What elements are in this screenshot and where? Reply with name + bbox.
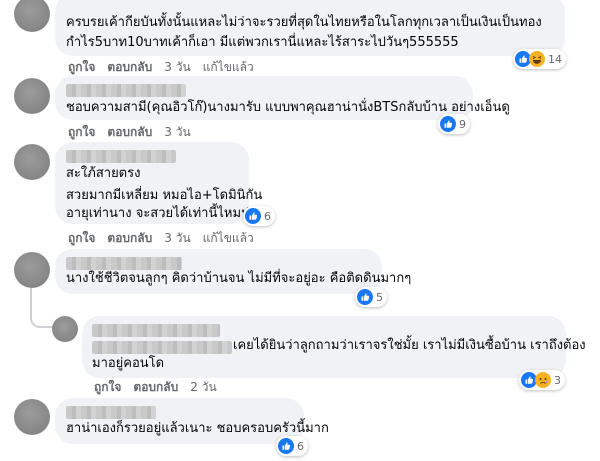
comment-actions: ถูกใจ ตอบกลับ 2 วัน bbox=[94, 380, 229, 394]
avatar[interactable] bbox=[52, 316, 78, 342]
reply-link[interactable]: ตอบกลับ bbox=[133, 380, 178, 394]
comment-text-line: สะใภ้สายตรง bbox=[66, 166, 141, 181]
like-link[interactable]: ถูกใจ bbox=[94, 380, 121, 394]
commenter-name[interactable] bbox=[92, 324, 220, 337]
commenter-name[interactable] bbox=[66, 150, 176, 163]
comment-text-line: กำไร5บาท10บาทเค้าก็เอา มีแต่พวกเรานี่แหล… bbox=[66, 35, 459, 50]
like-link[interactable]: ถูกใจ bbox=[68, 231, 95, 245]
reply-link[interactable]: ตอบกลับ bbox=[107, 231, 152, 245]
reply-link[interactable]: ตอบกลับ bbox=[107, 125, 152, 139]
reaction-badge[interactable]: 14 bbox=[513, 49, 566, 69]
commenter-name[interactable] bbox=[66, 406, 156, 419]
avatar[interactable] bbox=[14, 144, 50, 180]
timestamp[interactable]: 3 วัน bbox=[164, 125, 190, 139]
sad-reaction-icon bbox=[535, 372, 551, 388]
reaction-count: 5 bbox=[376, 290, 383, 304]
reply-link[interactable]: ตอบกลับ bbox=[107, 60, 152, 74]
reaction-count: 9 bbox=[459, 117, 466, 131]
commenter-name[interactable] bbox=[66, 257, 182, 270]
like-link[interactable]: ถูกใจ bbox=[68, 125, 95, 139]
timestamp[interactable]: 3 วัน bbox=[164, 60, 190, 74]
comment-actions: ถูกใจ ตอบกลับ 3 วัน แก้ไขแล้ว bbox=[68, 60, 266, 74]
comment-actions: ถูกใจ ตอบกลับ 3 วัน แก้ไขแล้ว bbox=[68, 231, 266, 245]
commenter-name-tag[interactable] bbox=[92, 341, 232, 354]
avatar[interactable] bbox=[14, 399, 50, 435]
reaction-badge[interactable]: 3 bbox=[519, 370, 565, 390]
edited-label[interactable]: แก้ไขแล้ว bbox=[203, 60, 254, 74]
reaction-count: 14 bbox=[548, 52, 562, 66]
reaction-count: 6 bbox=[264, 209, 271, 223]
comment-text-line: เคยได้ยินว่าลูกถามว่าเราจรใช่มั้ย เราไม่… bbox=[233, 338, 586, 353]
comment-actions: ถูกใจ ตอบกลับ 3 วัน bbox=[68, 125, 203, 139]
avatar[interactable] bbox=[14, 78, 50, 114]
avatar[interactable] bbox=[14, 252, 50, 288]
timestamp[interactable]: 3 วัน bbox=[164, 231, 190, 245]
comment-text-line: นางใช้ชีวิตจนลูกๆ คิดว่าบ้านจน ไม่มีที่จ… bbox=[66, 271, 412, 286]
like-reaction-icon bbox=[245, 208, 261, 224]
like-reaction-icon bbox=[440, 116, 456, 132]
timestamp[interactable]: 2 วัน bbox=[190, 380, 216, 394]
like-reaction-icon bbox=[278, 438, 294, 454]
comment-text-line: สวยมากมีเหลี่ยม หมอไอ+โดมินิกัน bbox=[66, 188, 263, 203]
thread-connector bbox=[30, 306, 54, 328]
reaction-badge[interactable]: 5 bbox=[355, 287, 387, 307]
like-reaction-icon bbox=[357, 289, 373, 305]
like-link[interactable]: ถูกใจ bbox=[68, 60, 95, 74]
comment-text-line: ครบรยเค้ากียบันทั้งนั้นแหละไม่ว่าจะรวยที… bbox=[66, 15, 542, 30]
comment-text-line: มาอยู่คอนโด bbox=[92, 356, 165, 371]
reaction-badge[interactable]: 6 bbox=[243, 206, 275, 226]
comment-text-line: อายุเท่านาง จะสวยได้เท่านี้ไหมน่อ bbox=[66, 206, 258, 221]
reaction-badge[interactable]: 9 bbox=[438, 114, 470, 134]
reaction-badge[interactable]: 6 bbox=[276, 436, 308, 456]
reaction-count: 3 bbox=[554, 373, 561, 387]
commenter-name[interactable] bbox=[66, 84, 186, 97]
avatar[interactable] bbox=[14, 0, 50, 32]
edited-label[interactable]: แก้ไขแล้ว bbox=[203, 231, 254, 245]
reaction-count: 6 bbox=[297, 439, 304, 453]
haha-reaction-icon bbox=[529, 51, 545, 67]
